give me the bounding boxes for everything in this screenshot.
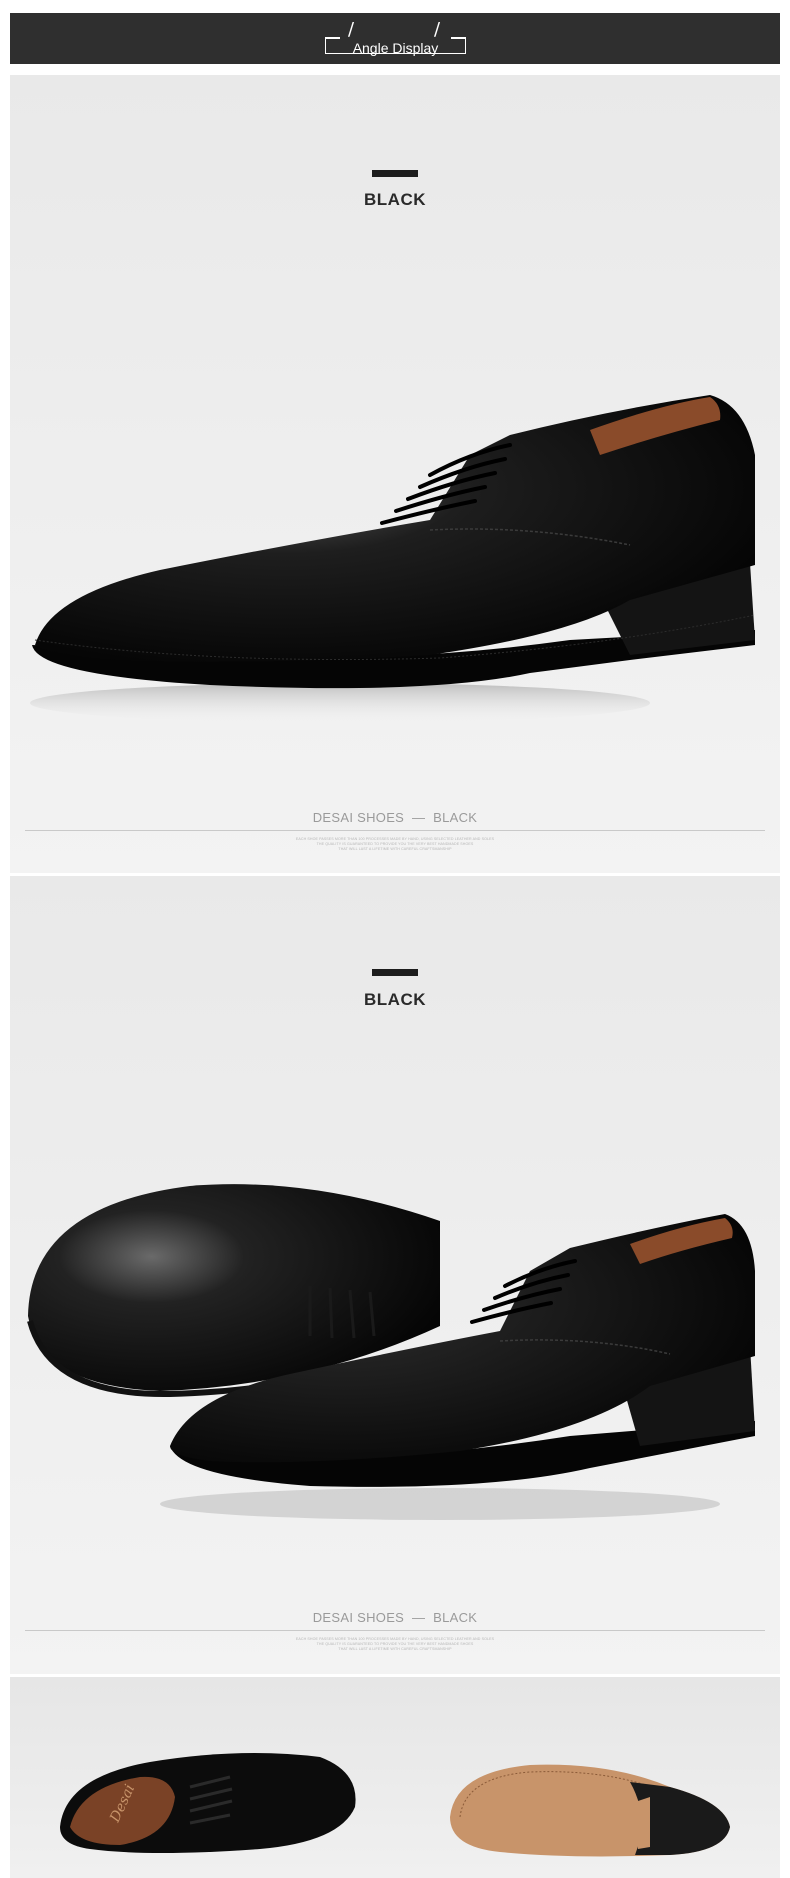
fine-print-line: THAT WILL LAST A LIFETIME WITH CAREFUL C… — [338, 1647, 452, 1651]
caption-brand: DESAI SHOES — [312, 810, 405, 825]
fine-print-line: THAT WILL LAST A LIFETIME WITH CAREFUL C… — [338, 847, 452, 851]
caption-color: BLACK — [433, 1610, 478, 1625]
product-panel-pair-view: BLACK DESAI SHOES — BLACK EACH SHOE PASS… — [10, 876, 780, 1674]
fine-print: EACH SHOE PASSES MORE THAN 100 PROCESSES… — [10, 1637, 780, 1652]
caption-divider — [25, 830, 765, 831]
shoe-shadow — [30, 683, 650, 723]
caption-dash: — — [411, 810, 426, 825]
product-panel-side-view: BLACK DESAI SHOES — BLACK EACH SHOE PASS… — [10, 75, 780, 873]
caption-brand: DESAI SHOES — [312, 1610, 405, 1625]
shoe-pair-image — [27, 1184, 755, 1520]
fine-print: EACH SHOE PASSES MORE THAN 100 PROCESSES… — [10, 837, 780, 852]
angle-display-header: / / Angle Display — [10, 13, 780, 64]
caption-color: BLACK — [433, 810, 478, 825]
caption-line: DESAI SHOES — BLACK — [10, 810, 780, 825]
caption-line: DESAI SHOES — BLACK — [10, 1610, 780, 1625]
caption-dash: — — [411, 1610, 426, 1625]
pair-shadow — [160, 1488, 720, 1520]
caption-divider — [25, 1630, 765, 1631]
shoe-side-image — [30, 395, 756, 723]
top-and-sole-image: Desai — [60, 1753, 730, 1857]
product-panel-top-and-sole-view: Desai — [10, 1677, 780, 1878]
header-title: Angle Display — [352, 40, 439, 56]
